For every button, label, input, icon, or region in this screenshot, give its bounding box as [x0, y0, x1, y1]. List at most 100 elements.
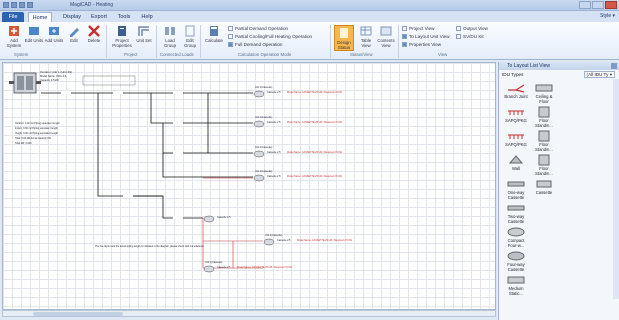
indoor-unit[interactable]	[253, 150, 265, 158]
sapq-unit-icon	[508, 134, 524, 139]
outdoor-unit-line: Capacity 4.5 kW	[40, 78, 59, 82]
radio[interactable]	[228, 26, 233, 31]
palette-item-cassette[interactable]: Cassette	[531, 178, 557, 196]
tab-home[interactable]: Home	[28, 12, 52, 22]
indoor-unit-label: Unit 1(Cassette)	[255, 86, 272, 89]
palette-item-two-way-cassette[interactable]: Two-way Cassette	[503, 202, 529, 224]
horizontal-scrollbar[interactable]	[2, 310, 496, 317]
group-label-calculation: Calculation Operation Mode	[238, 52, 292, 57]
separator	[156, 25, 157, 58]
checkbox[interactable]	[402, 42, 407, 47]
edit-button[interactable]: Edit	[64, 24, 84, 44]
add-system-icon	[9, 26, 19, 36]
unit-set-button[interactable]: Unit Set	[134, 24, 154, 44]
table-view-button[interactable]: Table View	[356, 24, 376, 48]
contents-view-icon	[380, 26, 392, 36]
full-demand-option[interactable]: Full Demand Operation	[228, 42, 283, 47]
piping-diagram-canvas[interactable]: Outdoor Unit 1 (Unit 4S) Model Name: ODU…	[2, 62, 496, 310]
tab-file[interactable]: File	[2, 12, 24, 22]
undo-icon[interactable]	[19, 2, 25, 8]
palette-item-one-way-cassette[interactable]: One-way Cassette	[503, 178, 529, 200]
layout-unit-view-check[interactable]: To Layout Unit View	[402, 34, 450, 39]
save-icon[interactable]	[11, 2, 17, 8]
palette-item-four-way-cassette[interactable]: Four-way Cassette	[503, 250, 529, 272]
indoor-unit[interactable]	[203, 265, 215, 273]
sv-du-kit-check[interactable]: SV/DU Kit	[456, 34, 484, 39]
main-pipe	[41, 92, 253, 219]
group-label-connected-loads: Connected Loads	[160, 52, 194, 57]
tab-export[interactable]: Export	[88, 12, 110, 22]
scrollbar-thumb[interactable]	[33, 312, 123, 316]
palette-item-compact-four-way[interactable]: Compact Four-w...	[503, 226, 529, 248]
project-view-check[interactable]: Project View	[402, 26, 434, 31]
add-system-button[interactable]: Add System	[4, 24, 24, 48]
delete-button[interactable]: Delete	[84, 24, 104, 44]
edit-group-button[interactable]: Edit Group	[180, 24, 200, 48]
edit-units-button[interactable]: Edit Units	[24, 24, 44, 44]
checkbox[interactable]	[402, 26, 407, 31]
indoor-unit[interactable]	[263, 238, 275, 246]
minimize-button[interactable]	[579, 1, 591, 9]
floor-standing-unit-icon	[538, 130, 550, 142]
partial-demand-option[interactable]: Partial Demand Operation	[228, 26, 288, 31]
edit-icon	[70, 28, 79, 37]
tab-display[interactable]: Display	[60, 12, 84, 22]
four-way-cassette-icon	[507, 251, 525, 261]
palette-item-medium-static[interactable]: Medium Static...	[503, 274, 529, 296]
piping-diagram: Outdoor Unit 1 (Unit 4S) Model Name: ODU…	[9, 70, 353, 273]
close-button[interactable]	[605, 1, 617, 9]
style-menu[interactable]: Style ▾	[600, 13, 615, 19]
properties-view-check[interactable]: Properties View	[402, 42, 441, 47]
output-view-check[interactable]: Output View	[456, 26, 488, 31]
indoor-unit-labels: Unit 1(Cassette) Cassette 2.5 Model Name…	[205, 86, 353, 269]
indoor-unit-model: Cassette 2.5	[267, 151, 281, 154]
tab-tools[interactable]: Tools	[114, 12, 134, 22]
separator	[106, 25, 107, 58]
maximize-button[interactable]	[592, 1, 604, 9]
add-units-icon	[49, 27, 59, 35]
indoor-unit-label: Unit 1(Cassette)	[255, 170, 272, 173]
legend-line: Indoor: 0.00 m2 Piping equivalent length	[15, 127, 58, 130]
indoor-unit-label: Unit 1(Cassette)	[205, 261, 222, 264]
one-way-cassette-icon	[507, 181, 525, 187]
load-group-icon	[165, 27, 175, 35]
palette-item-ceiling-floor[interactable]: Ceiling & Floor	[531, 82, 557, 104]
idu-type-select[interactable]: (All IDU Ty ▾	[583, 71, 615, 78]
table-view-icon	[360, 26, 372, 36]
checkbox[interactable]	[456, 34, 461, 39]
palette-item-sapq[interactable]: SAPQ/PKG	[503, 106, 529, 124]
radio[interactable]	[228, 42, 233, 47]
outdoor-unit[interactable]	[9, 72, 41, 94]
app-icon[interactable]	[3, 2, 9, 8]
palette-item-floor-standing[interactable]: Floor Standin...	[531, 130, 557, 152]
close-icon[interactable]	[611, 63, 617, 69]
tab-help[interactable]: Help	[138, 12, 156, 22]
indoor-unit[interactable]	[253, 90, 265, 98]
palette-item-wall[interactable]: Wall	[503, 154, 529, 172]
radio[interactable]	[228, 34, 233, 39]
palette-item-floor-standing[interactable]: Floor Standin...	[531, 106, 557, 128]
group-label-view: View	[438, 52, 448, 57]
branch-joint-icon	[508, 84, 525, 93]
load-group-button[interactable]: Load Group	[160, 24, 180, 48]
indoor-unit-label: Unit 1(Cassette)	[255, 146, 272, 149]
checkbox[interactable]	[402, 34, 407, 39]
contents-view-button[interactable]: Contents View	[376, 24, 396, 48]
palette-item-floor-standing[interactable]: Floor Standin...	[531, 154, 557, 176]
palette-item-branch-joint[interactable]: Branch Joint	[503, 82, 529, 100]
legend-line: Outdoor: 0.00 m2 Piping equivalent lengt…	[15, 122, 60, 125]
diagram-legend: Outdoor: 0.00 m2 Piping equivalent lengt…	[15, 122, 60, 145]
design-status-button[interactable]: Design Status	[334, 25, 354, 51]
calculate-button[interactable]: Calculate	[204, 24, 224, 44]
palette-item-sapq[interactable]: SAPQ/PKG	[503, 130, 529, 148]
indoor-unit[interactable]	[253, 174, 265, 182]
legend-line: Total kW: 0.000	[15, 142, 32, 145]
indoor-unit[interactable]	[203, 215, 215, 223]
checkbox[interactable]	[456, 26, 461, 31]
wall-unit-icon	[508, 155, 524, 164]
add-units-button[interactable]: Add Units	[44, 24, 64, 44]
project-properties-button[interactable]: Project Properties	[112, 24, 132, 48]
indoor-unit[interactable]	[253, 120, 265, 128]
partial-cooling-option[interactable]: Partial Cooling/Full Heating Operation	[228, 34, 312, 39]
redo-icon[interactable]	[27, 2, 33, 8]
